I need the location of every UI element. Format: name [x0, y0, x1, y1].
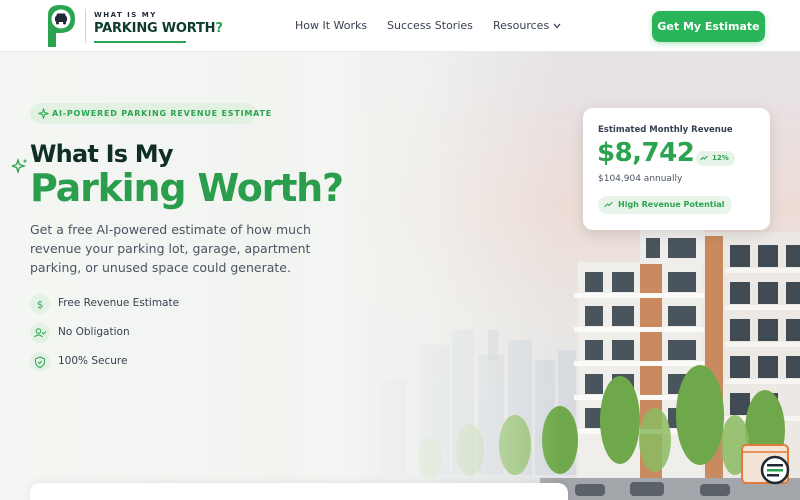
ai-badge-label: AI-POWERED PARKING REVENUE ESTIMATE — [52, 109, 273, 118]
revenue-change-text: 12% — [712, 154, 729, 162]
estimate-form-panel — [30, 483, 568, 500]
chat-widget-icon[interactable] — [741, 444, 791, 488]
shield-icon — [30, 352, 50, 372]
revenue-change-badge: 12% — [696, 151, 735, 166]
high-revenue-tag-label: High Revenue Potential — [618, 200, 725, 209]
sparkle-icon — [12, 158, 28, 174]
feature-label: 100% Secure — [58, 355, 128, 367]
trend-up-icon — [700, 155, 708, 161]
monthly-revenue-value: $8,742 — [597, 138, 695, 168]
feature-label: No Obligation — [58, 326, 130, 338]
revenue-estimate-card: Estimated Monthly Revenue $8,742 12% $10… — [583, 108, 770, 230]
sparkle-icon — [38, 108, 49, 119]
hero-title-line1: What Is My — [30, 140, 173, 168]
annual-revenue-text: $104,904 annually — [598, 174, 683, 184]
trend-up-icon — [604, 201, 613, 208]
svg-text:$: $ — [37, 300, 43, 311]
hero-title-line2: Parking Worth? — [30, 166, 344, 210]
high-revenue-tag: High Revenue Potential — [598, 196, 733, 214]
ai-badge: AI-POWERED PARKING REVENUE ESTIMATE — [30, 103, 271, 124]
hero-description: Get a free AI-powered estimate of how mu… — [30, 222, 311, 275]
dollar-icon: $ — [30, 294, 50, 314]
user-check-icon — [30, 323, 50, 343]
feature-label: Free Revenue Estimate — [58, 297, 180, 309]
card-label: Estimated Monthly Revenue — [598, 125, 733, 135]
